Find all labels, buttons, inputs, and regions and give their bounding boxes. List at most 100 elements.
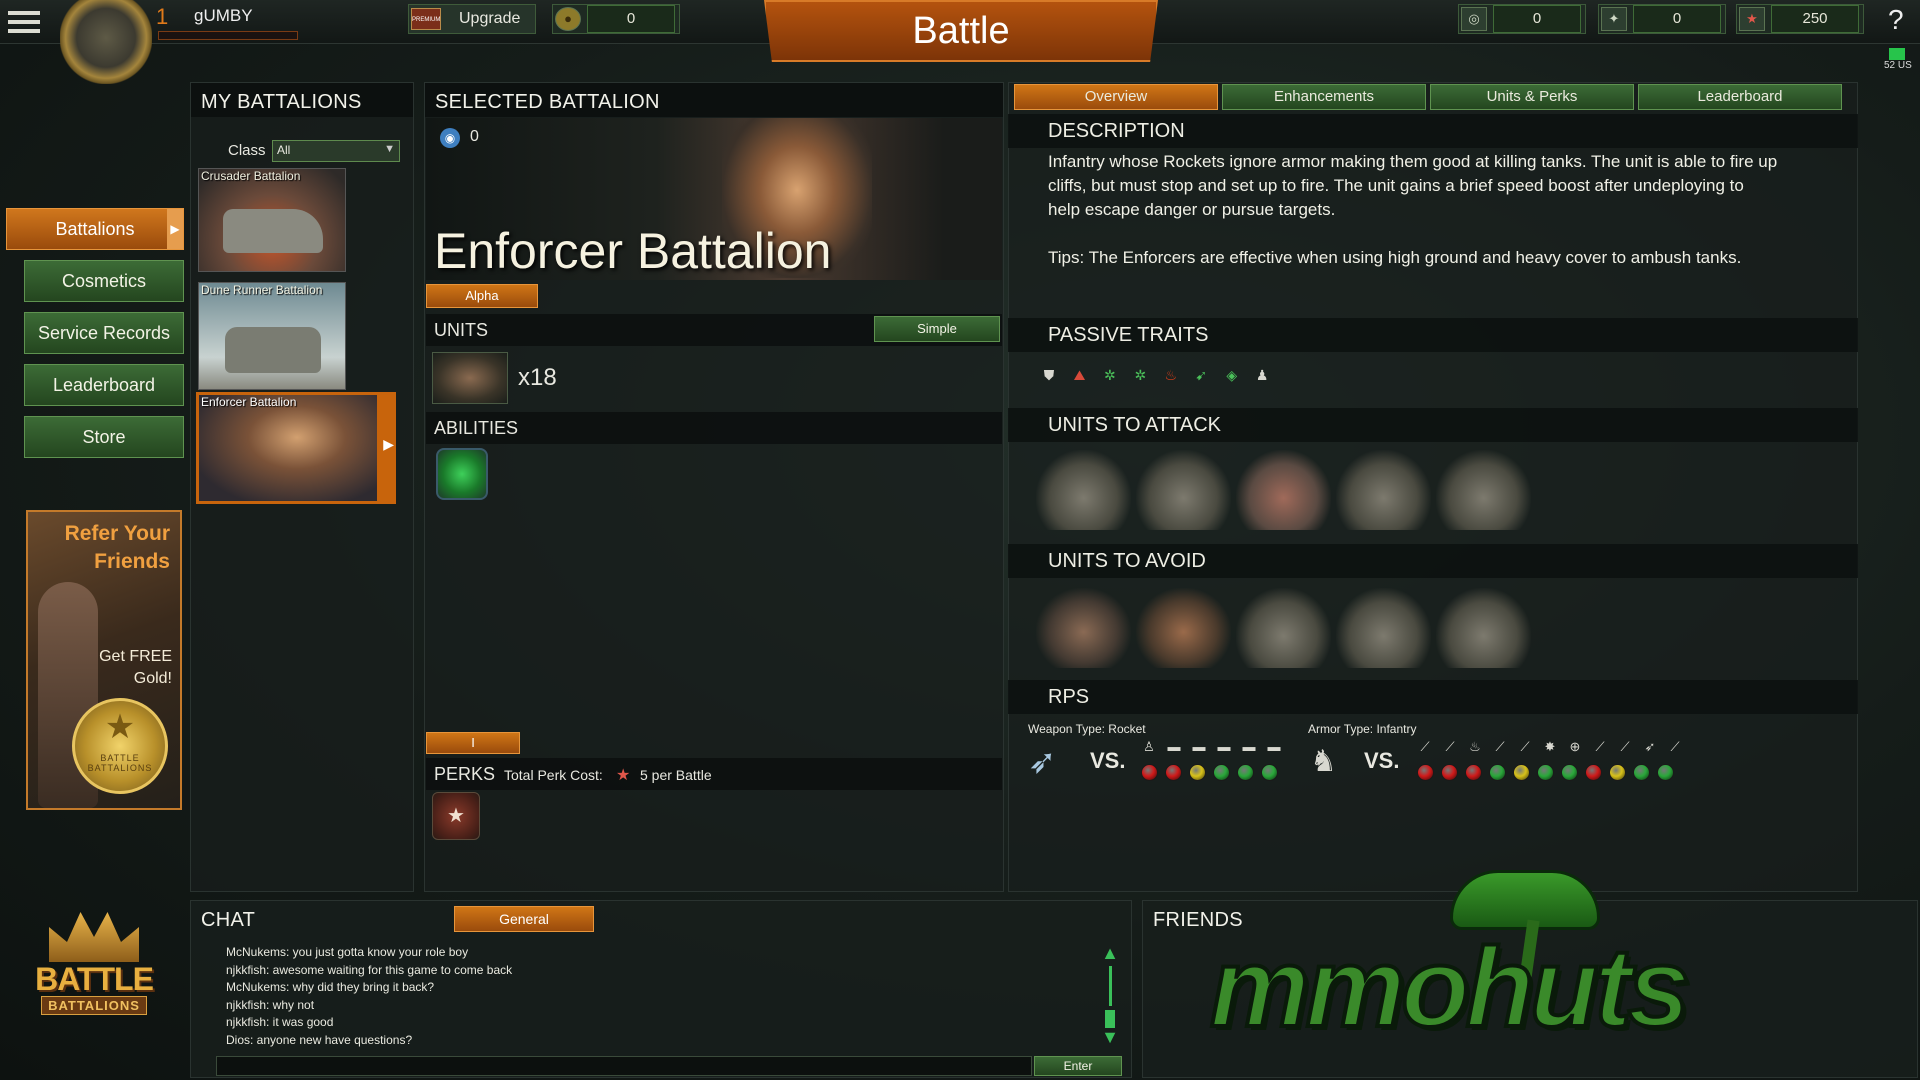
description-text: Infantry whose Rockets ignore armor maki…: [1048, 152, 1778, 219]
tab-label: Units & Perks: [1486, 88, 1578, 105]
chat-message: njkkfish: why not: [226, 997, 315, 1012]
chat-enter-button[interactable]: Enter: [1034, 1056, 1122, 1076]
game-screen: 1 gUMBY PREMIUM Upgrade ● 0 Battle ◎ 0 ✦…: [0, 0, 1920, 1080]
attack-unit-rocket-tank[interactable]: [1236, 450, 1331, 530]
armor-type-label: Armor Type: Infantry: [1308, 722, 1417, 736]
battalion-card-crusader[interactable]: Crusader Battalion: [198, 168, 346, 272]
currency3-display: ★ 250: [1736, 4, 1864, 34]
sidebar-item-cosmetics[interactable]: Cosmetics: [24, 260, 184, 302]
medal-star: ★: [104, 708, 136, 746]
simple-toggle[interactable]: Simple: [874, 316, 1000, 342]
shield-ability-icon[interactable]: [436, 448, 488, 500]
battle-button[interactable]: Battle: [764, 0, 1158, 62]
class-select-value: All: [277, 143, 291, 157]
attack-unit-medium-tank[interactable]: [1136, 450, 1231, 530]
avoid-unit-missile-truck[interactable]: [1436, 588, 1531, 668]
upgrade-label: Upgrade: [459, 10, 521, 27]
sidebar-item-store[interactable]: Store: [24, 416, 184, 458]
cover-icon[interactable]: ✲: [1129, 364, 1151, 386]
weapon-type-label: Weapon Type: Rocket: [1028, 722, 1146, 736]
chat-tab-general[interactable]: General: [454, 906, 594, 932]
rps-dot-red: [1417, 764, 1434, 781]
chat-message: njkkfish: awesome waiting for this game …: [226, 962, 513, 977]
currency1-value: 0: [1493, 5, 1581, 33]
battalion-card-dune-runner[interactable]: Dune Runner Battalion: [198, 282, 346, 390]
sidebar-item-label: Cosmetics: [61, 271, 146, 291]
cliff-icon[interactable]: ⛰: [1068, 364, 1090, 386]
scroll-down-icon[interactable]: ▼: [1100, 1028, 1120, 1046]
battalion-card-enforcer-selected[interactable]: Enforcer Battalion ▶: [196, 392, 396, 504]
scroll-thumb[interactable]: [1105, 1010, 1115, 1028]
arrow-right-icon: ▶: [167, 209, 183, 249]
simple-label: Simple: [917, 321, 957, 336]
token-icon: ◎: [1461, 7, 1487, 31]
unit-portrait[interactable]: [432, 352, 508, 404]
tab-overview[interactable]: Overview: [1014, 84, 1218, 110]
chat-input[interactable]: [216, 1056, 1032, 1076]
perk-cost-value: 5 per Battle: [640, 767, 712, 783]
menu-icon[interactable]: [8, 8, 40, 36]
players-icon: ◉: [440, 128, 460, 148]
sidebar-item-battalions[interactable]: Battalions ▶: [6, 208, 184, 250]
battalion-card-name: Crusader Battalion: [201, 169, 301, 183]
sidebar-item-leaderboard[interactable]: Leaderboard: [24, 364, 184, 406]
rps-dot-green: [1633, 764, 1650, 781]
battalion-count: 0: [470, 128, 479, 145]
speed-boost-icon[interactable]: ➹: [1190, 364, 1212, 386]
rps-dot-red: [1465, 764, 1482, 781]
scroll-up-icon[interactable]: ▲: [1100, 944, 1120, 962]
avoid-unit-commando[interactable]: [1036, 588, 1131, 668]
rps-dot-red: [1141, 764, 1158, 781]
gold-coin-icon: ●: [555, 7, 581, 31]
knife-icon: ⟋: [1420, 739, 1430, 754]
squad-icon[interactable]: ♟: [1251, 364, 1273, 386]
rps-dot-yellow: [1189, 764, 1206, 781]
tab-leaderboard[interactable]: Leaderboard: [1638, 84, 1842, 110]
player-level: 1: [156, 4, 169, 29]
crosshair-icon: ⊕: [1569, 739, 1581, 754]
upgrade-button[interactable]: PREMIUM Upgrade: [408, 4, 536, 34]
chat-title: CHAT: [201, 909, 256, 931]
tab-units-perks[interactable]: Units & Perks: [1430, 84, 1634, 110]
arrow-right-icon: ▶: [383, 436, 394, 452]
truck-icon: ▬: [1217, 739, 1231, 754]
palm-tree-icon: [1450, 870, 1600, 930]
passive-traits-row: ⛊ ⛰ ✲ ✲ ♨ ➹ ◈ ♟: [1038, 364, 1277, 386]
armor-shield-icon[interactable]: ⛊: [1038, 364, 1060, 386]
vision-icon[interactable]: ◈: [1221, 364, 1243, 386]
help-icon[interactable]: ?: [1888, 4, 1904, 36]
avoid-unit-armored-car[interactable]: [1236, 588, 1331, 668]
avoid-unit-sniper[interactable]: [1136, 588, 1231, 668]
refer-line2: Friends: [94, 550, 170, 573]
attack-unit-artillery-tank[interactable]: [1336, 450, 1431, 530]
infantry-icon: ♙: [1143, 739, 1155, 754]
terrain-icon[interactable]: ✲: [1099, 364, 1121, 386]
sidebar-item-service-records[interactable]: Service Records: [24, 312, 184, 354]
player-name: gUMBY: [194, 6, 253, 25]
perk-icon[interactable]: ★: [432, 792, 480, 840]
units-label: UNITS: [434, 320, 488, 340]
refer-friends-banner[interactable]: Refer Your Friends Get FREE Gold! ★ BATT…: [26, 510, 182, 810]
star-badge-icon: ★: [616, 767, 631, 784]
alpha-tag[interactable]: Alpha: [426, 284, 538, 308]
player-avatar[interactable]: [60, 0, 152, 84]
rifle-icon: ⟋: [1445, 739, 1455, 754]
class-select[interactable]: All ▼: [272, 140, 400, 162]
attack-unit-heavy-tank[interactable]: [1436, 450, 1531, 530]
rps-dot-red: [1441, 764, 1458, 781]
attack-unit-light-tank[interactable]: [1036, 450, 1131, 530]
ping-indicator: 52 US: [1884, 48, 1912, 71]
perk-tier-tag[interactable]: I: [426, 732, 520, 754]
refer-free1: Get FREE: [99, 648, 172, 665]
fire-icon[interactable]: ♨: [1160, 364, 1182, 386]
chat-message: McNukems: you just gotta know your role …: [226, 945, 469, 959]
refer-free2: Gold!: [133, 670, 172, 687]
rocket-weapon-icon: ➶: [1028, 743, 1057, 781]
gold-display: ● 0: [552, 4, 680, 34]
watermark-text: mmohuts: [1208, 925, 1692, 1050]
chat-messages: McNukems: you just gotta know your role …: [226, 944, 1076, 1049]
passive-traits-title: PASSIVE TRAITS: [1008, 318, 1858, 352]
avoid-unit-buggy[interactable]: [1336, 588, 1431, 668]
tab-enhancements[interactable]: Enhancements: [1222, 84, 1426, 110]
chat-scrollbar[interactable]: ▲ ▼: [1100, 944, 1120, 1050]
